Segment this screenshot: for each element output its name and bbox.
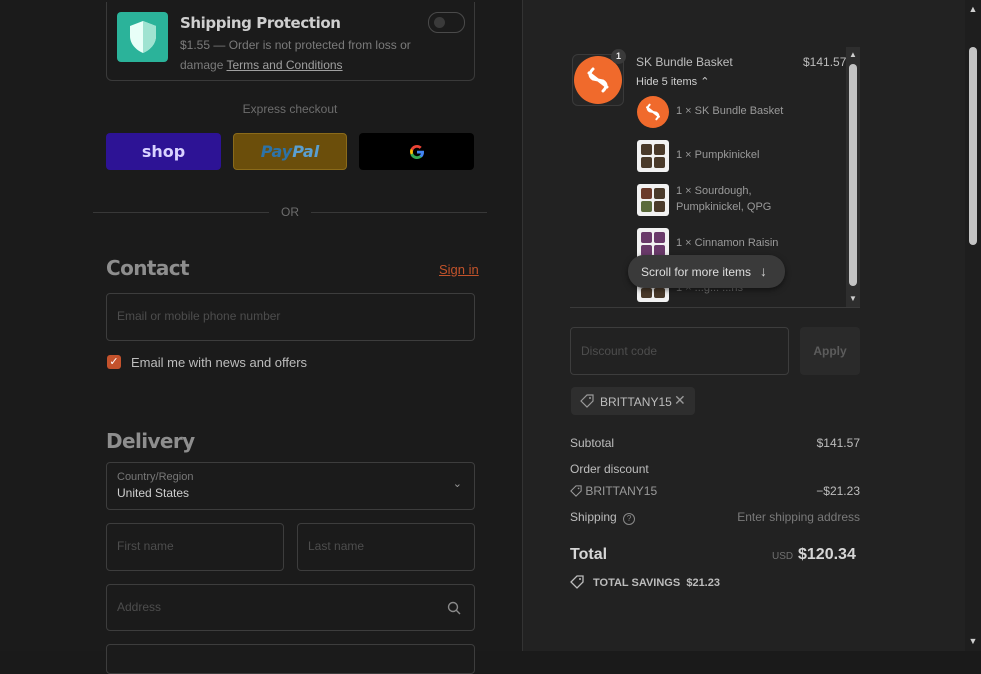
sign-in-link[interactable]: Sign in bbox=[439, 262, 479, 277]
savings-label: TOTAL SAVINGS bbox=[593, 577, 681, 589]
paypal-button[interactable]: Pay Pal bbox=[233, 133, 347, 170]
search-icon bbox=[447, 601, 461, 615]
product-price: $141.57 bbox=[803, 55, 847, 69]
google-icon bbox=[409, 144, 424, 159]
bread-thumbnail bbox=[637, 184, 669, 216]
list-item: 1 × Pumpkinickel bbox=[676, 149, 760, 161]
total-value: $120.34 bbox=[798, 546, 856, 563]
toggle-knob bbox=[434, 17, 445, 28]
total-label: Total bbox=[570, 546, 608, 563]
cart-scrollbar[interactable]: ▲ ▼ bbox=[846, 47, 860, 307]
shipping-protection-title: Shipping Protection bbox=[180, 14, 341, 32]
first-name-field[interactable]: First name bbox=[106, 523, 284, 571]
sk-logo-icon bbox=[637, 96, 669, 128]
shipping-protection-card: Shipping Protection $1.55 — Order is not… bbox=[106, 2, 475, 81]
shield-icon bbox=[117, 12, 168, 62]
product-name: SK Bundle Basket bbox=[636, 55, 733, 69]
list-item: 1 × Cinnamon Raisin bbox=[676, 237, 779, 249]
bread-thumbnail bbox=[637, 140, 669, 172]
next-field[interactable] bbox=[106, 644, 475, 674]
discount-code-input[interactable]: Discount code bbox=[570, 327, 789, 375]
page-scrollbar-thumb[interactable] bbox=[969, 47, 977, 245]
scroll-down-icon[interactable]: ▼ bbox=[848, 294, 858, 303]
last-name-field[interactable]: Last name bbox=[297, 523, 475, 571]
country-value: United States bbox=[117, 486, 190, 500]
order-discount-label: Order discount bbox=[570, 462, 649, 476]
order-discount-code: BRITTANY15 bbox=[570, 484, 657, 498]
delivery-heading: Delivery bbox=[106, 429, 195, 453]
order-discount-value: −$21.23 bbox=[816, 484, 860, 498]
remove-discount-icon[interactable]: ✕ bbox=[674, 392, 686, 409]
applied-discount-chip: BRITTANY15 ✕ bbox=[571, 387, 695, 415]
country-select[interactable]: Country/Region United States ⌄ bbox=[106, 462, 475, 510]
first-name-placeholder: First name bbox=[117, 539, 174, 553]
address-field[interactable]: Address bbox=[106, 584, 475, 631]
paypal-logo-pal: Pal bbox=[292, 142, 320, 161]
list-item-line-1: 1 × Sourdough, bbox=[676, 185, 752, 197]
or-label: OR bbox=[281, 205, 299, 219]
shipping-label-text: Shipping bbox=[570, 510, 617, 524]
shipping-protection-description: $1.55 — Order is not protected from loss… bbox=[180, 35, 430, 75]
apply-discount-button[interactable]: Apply bbox=[800, 327, 860, 375]
shipping-protection-toggle[interactable] bbox=[428, 12, 465, 33]
hide-items-toggle[interactable]: Hide 5 items ⌃ bbox=[636, 75, 709, 88]
scroll-more-label: Scroll for more items bbox=[641, 265, 752, 279]
email-placeholder: Email or mobile phone number bbox=[117, 309, 281, 323]
scroll-up-icon[interactable]: ▲ bbox=[848, 50, 858, 59]
paypal-logo-pay: Pay bbox=[260, 142, 293, 161]
newsletter-checkbox[interactable]: ✓ bbox=[107, 355, 121, 369]
order-discount-code-text: BRITTANY15 bbox=[585, 484, 658, 498]
applied-code: BRITTANY15 bbox=[600, 395, 672, 409]
page-scroll-up-icon[interactable]: ▲ bbox=[968, 4, 978, 14]
scroll-more-button[interactable]: Scroll for more items ↓ bbox=[628, 255, 785, 288]
cart-scrollbar-thumb[interactable] bbox=[849, 64, 857, 286]
contact-heading: Contact bbox=[106, 256, 190, 280]
terms-link[interactable]: Terms and Conditions bbox=[227, 58, 343, 72]
currency-code: USD bbox=[772, 551, 794, 562]
subtotal-value: $141.57 bbox=[816, 436, 860, 450]
tag-icon bbox=[570, 575, 584, 589]
checkout-form-panel: Shipping Protection $1.55 — Order is not… bbox=[0, 0, 522, 674]
discount-placeholder: Discount code bbox=[581, 344, 658, 358]
shipping-value: Enter shipping address bbox=[737, 510, 860, 524]
address-placeholder: Address bbox=[117, 600, 162, 614]
newsletter-label: Email me with news and offers bbox=[131, 355, 308, 370]
page-scroll-down-icon[interactable]: ▼ bbox=[968, 636, 978, 646]
tag-icon bbox=[580, 394, 594, 408]
list-item: 1 × SK Bundle Basket bbox=[676, 105, 784, 117]
email-field[interactable]: Email or mobile phone number bbox=[106, 293, 475, 341]
page-scrollbar[interactable]: ▲ ▼ bbox=[965, 0, 981, 651]
shop-pay-button[interactable]: shop bbox=[106, 133, 221, 170]
or-divider-right bbox=[311, 212, 487, 213]
list-item-thumbnail bbox=[637, 96, 669, 128]
savings-value: $21.23 bbox=[686, 577, 720, 589]
tag-icon bbox=[570, 485, 582, 497]
quantity-badge: 1 bbox=[611, 49, 626, 64]
last-name-placeholder: Last name bbox=[308, 539, 365, 553]
subtotal-label: Subtotal bbox=[570, 436, 615, 450]
express-checkout-label: Express checkout bbox=[242, 102, 338, 116]
list-item: 1 × Sourdough, Pumpkinickel, QPG bbox=[676, 183, 771, 215]
help-icon[interactable]: ? bbox=[623, 513, 636, 525]
list-item-line-2: Pumpkinickel, QPG bbox=[676, 201, 772, 213]
arrow-down-icon: ↓ bbox=[760, 263, 767, 279]
country-label: Country/Region bbox=[117, 471, 194, 483]
shipping-label: Shipping ? bbox=[570, 510, 636, 525]
or-divider-left bbox=[93, 212, 269, 213]
shop-pay-logo: shop bbox=[141, 142, 186, 161]
hide-items-label: Hide 5 items bbox=[636, 76, 698, 88]
total-savings: TOTAL SAVINGS $21.23 bbox=[570, 575, 720, 592]
chevron-down-icon: ⌄ bbox=[452, 478, 462, 490]
chevron-up-icon: ⌃ bbox=[700, 76, 710, 88]
google-pay-button[interactable] bbox=[359, 133, 474, 170]
